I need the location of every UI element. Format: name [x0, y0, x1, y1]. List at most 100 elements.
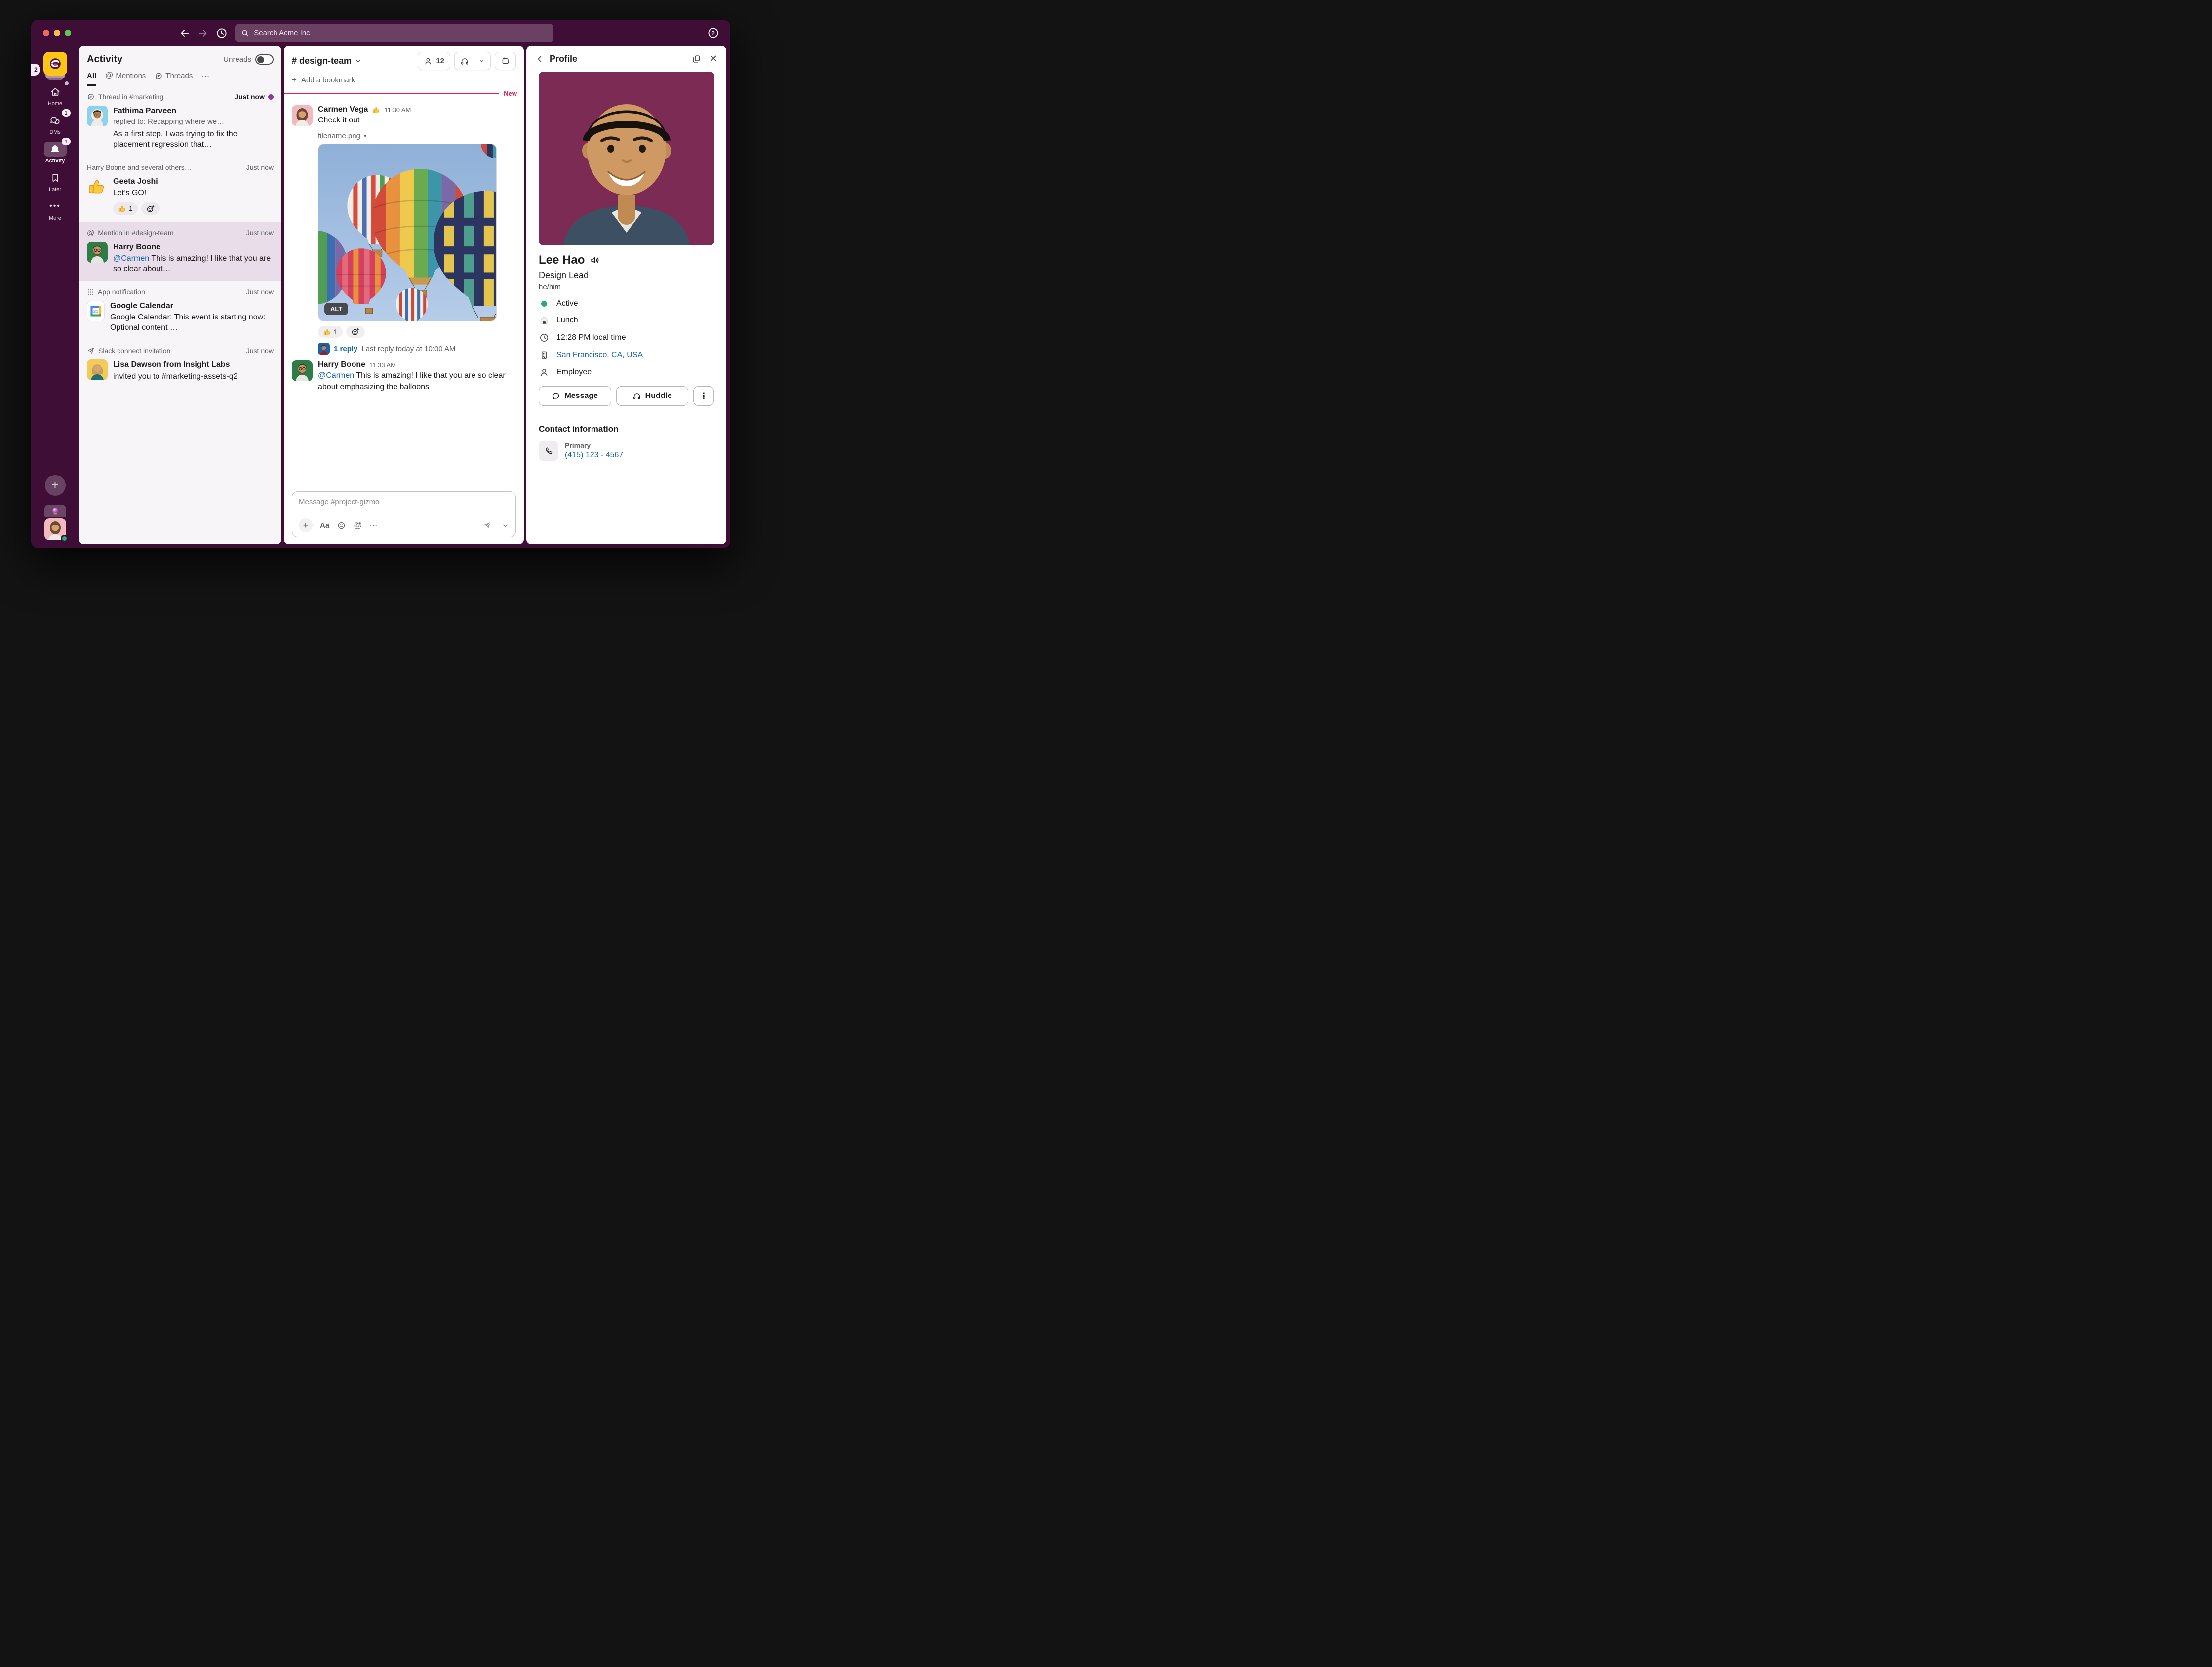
send-options-chevron-icon[interactable] — [502, 522, 509, 529]
help-button[interactable]: ? — [707, 27, 719, 39]
create-new-button[interactable]: + — [45, 475, 66, 496]
formatting-button[interactable]: Aa — [320, 521, 329, 530]
close-icon[interactable]: ✕ — [710, 53, 717, 65]
avatar-lisa[interactable] — [87, 359, 108, 380]
members-icon — [424, 57, 433, 66]
person-icon — [539, 367, 549, 377]
message-button[interactable]: Message — [539, 386, 611, 406]
add-bookmark-button[interactable]: + Add a bookmark — [284, 72, 524, 90]
pronounce-name-icon[interactable] — [590, 255, 600, 266]
image-attachment[interactable]: ALT — [318, 144, 497, 321]
sidebar-item-later[interactable]: Later — [44, 170, 67, 193]
activity-item-reaction[interactable]: Harry Boone and several others… Just now… — [79, 157, 281, 222]
sidebar-item-dms[interactable]: 1 DMs — [44, 113, 67, 135]
sidebar-item-home[interactable]: Home — [44, 84, 67, 107]
sidebar-item-activity[interactable]: 1 Activity — [44, 142, 67, 164]
more-dots-icon: ••• — [49, 204, 61, 209]
minimize-window-button[interactable] — [54, 30, 60, 36]
reaction-thumbs-up[interactable]: 1 — [113, 202, 138, 214]
tab-all[interactable]: All — [87, 72, 96, 86]
threads-icon — [155, 72, 163, 80]
add-reaction-button[interactable] — [141, 202, 160, 214]
history-icon[interactable] — [216, 27, 228, 39]
unreads-toggle[interactable] — [255, 54, 274, 65]
thumbs-up-status-icon — [372, 106, 380, 114]
huddle-split-button[interactable] — [454, 52, 491, 70]
profile-pronouns: he/him — [539, 283, 714, 291]
activity-item-mention[interactable]: @ Mention in #design-team Just now Harry… — [79, 222, 281, 281]
presence-indicator — [61, 535, 68, 542]
message-composer[interactable]: + Aa @ ⋯ — [292, 491, 516, 537]
app-grid-icon — [87, 288, 94, 296]
mention-link[interactable]: @Carmen — [318, 371, 354, 380]
alt-text-badge[interactable]: ALT — [324, 303, 348, 315]
avatar-harry[interactable] — [87, 242, 108, 263]
emoji-button[interactable] — [337, 521, 346, 530]
tabs-overflow-button[interactable]: ⋯ — [201, 72, 209, 86]
avatar-fathima[interactable] — [87, 106, 108, 126]
reaction-thumbs-up[interactable]: 1 — [318, 326, 343, 338]
field-account-type: Employee — [539, 367, 714, 377]
phone-number-link[interactable]: (415) 123 - 4567 — [565, 451, 623, 460]
more-actions-button[interactable]: ⋮ — [693, 386, 714, 406]
back-icon[interactable] — [179, 28, 190, 39]
caret-down-icon: ▾ — [364, 133, 367, 139]
headphones-icon — [632, 392, 641, 400]
channel-members-button[interactable]: 12 — [418, 52, 450, 70]
tab-threads[interactable]: Threads — [155, 72, 193, 86]
paper-plane-icon — [87, 347, 95, 355]
workspace-switcher[interactable] — [43, 52, 67, 76]
attach-button[interactable]: + — [299, 518, 313, 532]
thumbs-up-icon — [323, 328, 331, 336]
unreads-label: Unreads — [223, 55, 251, 64]
message-input[interactable] — [299, 498, 509, 506]
user-menu[interactable] — [44, 505, 66, 540]
history-nav — [179, 20, 553, 46]
zoom-window-button[interactable] — [65, 30, 71, 36]
window-controls — [43, 30, 71, 36]
open-in-window-icon[interactable] — [692, 54, 701, 64]
composer-more-button[interactable]: ⋯ — [369, 520, 378, 530]
search-bar[interactable] — [235, 24, 553, 42]
activity-item-invite[interactable]: Slack connect invitation Just now Lisa D… — [79, 340, 281, 388]
close-window-button[interactable] — [43, 30, 49, 36]
thread-replies-bar[interactable]: 1 reply Last reply today at 10:00 AM — [318, 343, 516, 355]
mention-link[interactable]: @Carmen — [113, 254, 149, 263]
file-name-toggle[interactable]: filename.png ▾ — [318, 132, 516, 140]
back-icon[interactable] — [535, 54, 545, 64]
avatar-carmen[interactable] — [292, 105, 313, 126]
profile-photo — [539, 72, 714, 245]
search-input[interactable] — [254, 29, 548, 37]
location-link[interactable]: San Francisco, CA, USA — [556, 351, 643, 359]
canvas-button[interactable] — [495, 52, 516, 70]
add-reaction-icon — [351, 327, 360, 336]
mention-button[interactable]: @ — [354, 520, 362, 530]
slack-window: ? 2 — [31, 20, 730, 548]
home-unread-dot — [65, 81, 69, 85]
channel-title[interactable]: # design-team — [292, 56, 362, 66]
chevron-down-icon — [478, 58, 485, 64]
avatar-harry[interactable] — [292, 360, 313, 381]
field-local-time: 12:28 PM local time — [539, 333, 714, 343]
chevron-down-icon — [355, 57, 362, 65]
sidebar-item-more[interactable]: ••• More — [44, 199, 67, 221]
dms-icon — [49, 115, 61, 127]
tab-mentions[interactable]: @ Mentions — [105, 71, 146, 86]
field-location: San Francisco, CA, USA — [539, 350, 714, 360]
activity-item-app[interactable]: App notification Just now 31 — [79, 281, 281, 340]
add-reaction-button[interactable] — [346, 326, 365, 338]
activity-tabs: All @ Mentions Threads ⋯ — [79, 70, 281, 86]
send-icon[interactable] — [482, 520, 492, 530]
message: Harry Boone 11:33 AM @Carmen This is ama… — [292, 360, 516, 393]
huddle-button[interactable]: Huddle — [616, 386, 689, 406]
message-bubble-icon — [552, 392, 560, 400]
page-title: Activity — [87, 54, 122, 65]
workspace-icon[interactable] — [43, 52, 67, 76]
workspace-count-badge: 2 — [31, 64, 40, 76]
left-rail: 2 Home — [31, 46, 79, 548]
thread-icon — [87, 93, 95, 101]
activity-item-thread[interactable]: Thread in #marketing Just now Fathima Pa… — [79, 86, 281, 157]
message: Carmen Vega 11:30 AM Check it out filena… — [292, 105, 516, 355]
forward-icon[interactable] — [198, 28, 208, 39]
google-calendar-icon: 31 — [87, 301, 105, 321]
